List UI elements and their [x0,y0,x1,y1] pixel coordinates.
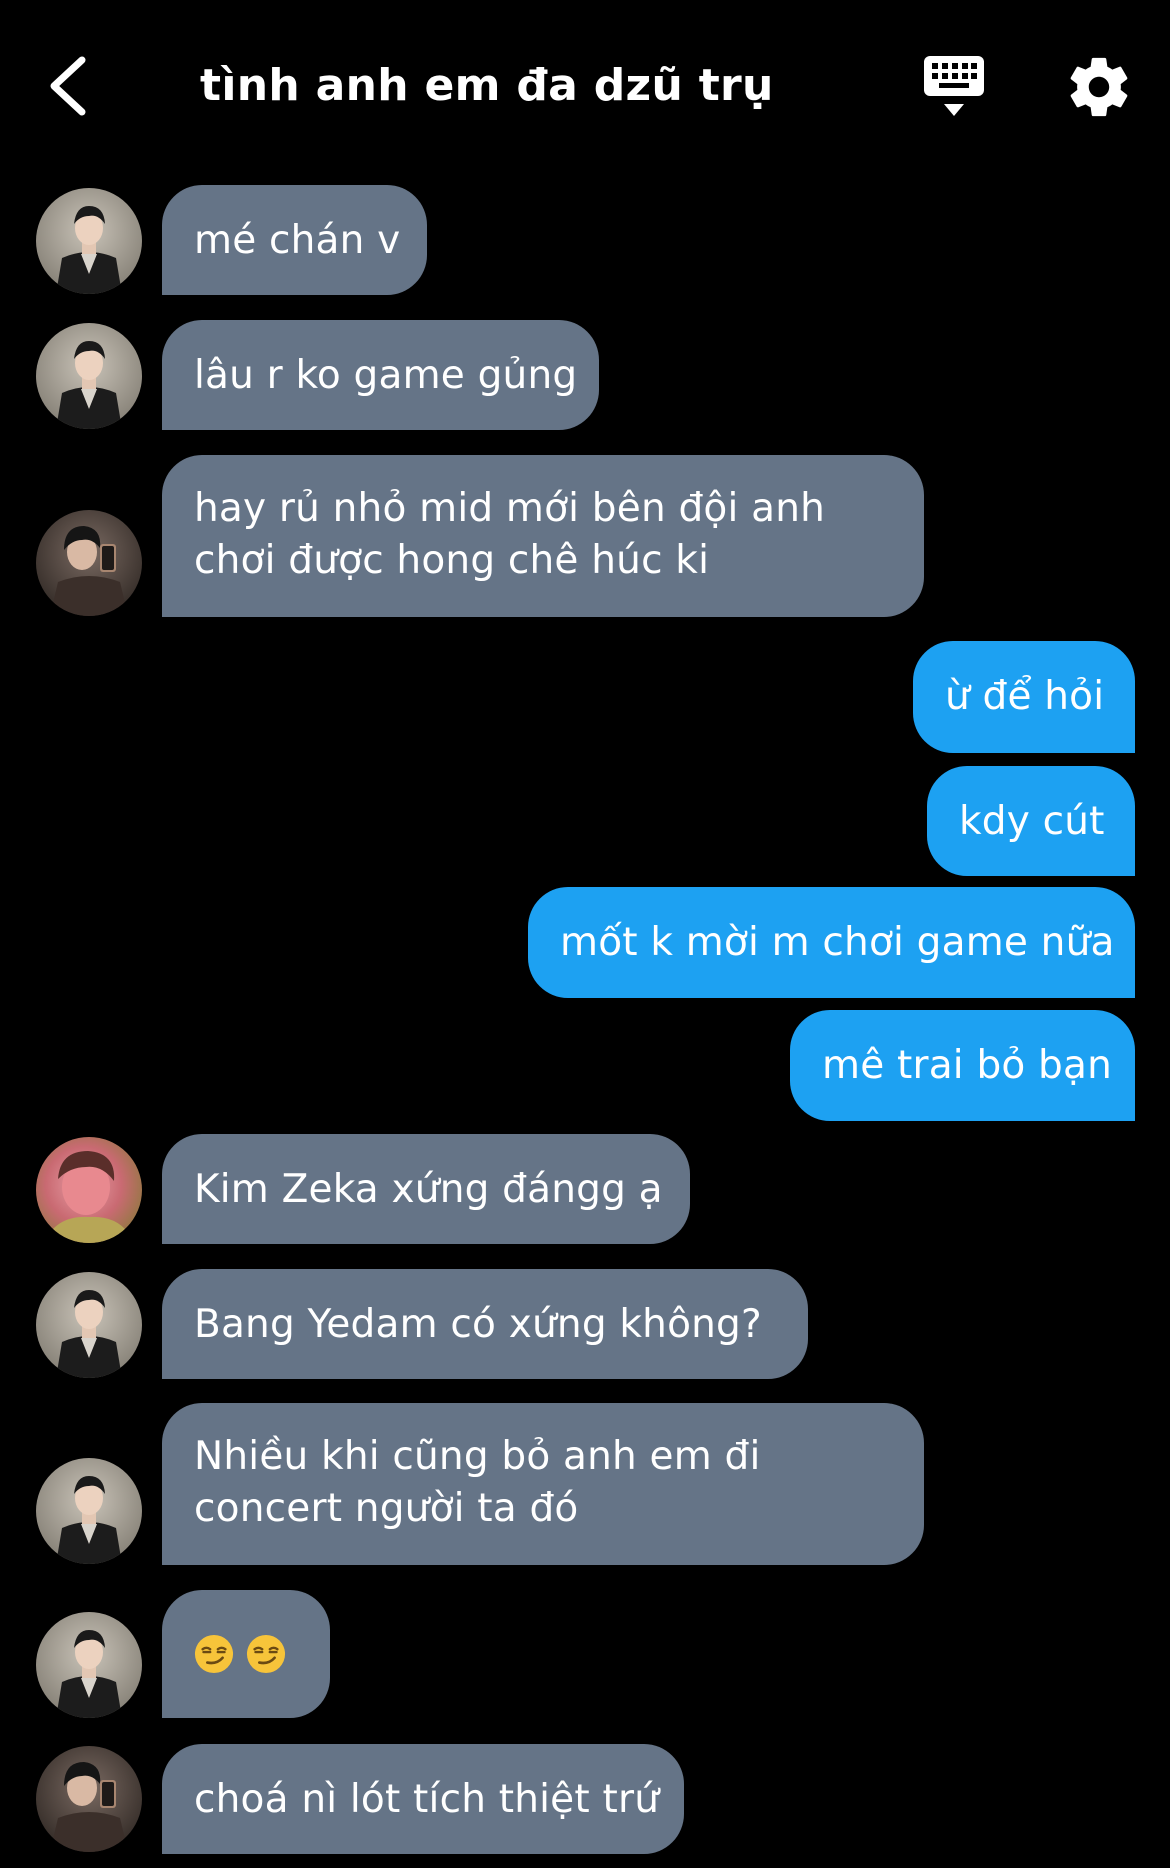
smirking-face-emoji [194,1634,234,1674]
avatar[interactable] [36,1612,142,1718]
message-text-line: Nhiều khi cũng bỏ anh em đi [194,1434,761,1479]
avatar-leather-jacket [36,1458,142,1564]
avatar[interactable] [36,1458,142,1564]
avatar-leather-jacket [36,188,142,294]
avatar[interactable] [36,323,142,429]
gear-icon [1070,57,1128,117]
message-text-line: chơi được hong chê húc ki [194,538,710,583]
message-bubble-incoming[interactable]: mé chán v [162,185,427,295]
avatar-red-face [36,1137,142,1243]
message-text-line: concert người ta đó [194,1486,579,1531]
avatar-leather-jacket [36,1272,142,1378]
message-bubble-incoming[interactable]: Nhiều khi cũng bỏ anh em đi concert ngườ… [162,1403,924,1565]
message-bubble-outgoing[interactable]: mê trai bỏ bạn [790,1010,1135,1121]
message-bubble-outgoing[interactable]: ừ để hỏi [913,641,1135,753]
message-text: Bang Yedam có xứng không? [194,1302,762,1347]
message-text: lâu r ko game gủng [194,353,578,398]
conversation-title: tình anh em đa dzũ trụ [200,60,774,111]
message-bubble-incoming[interactable]: Kim Zeka xứng đángg ạ [162,1134,690,1244]
message-text: mê trai bỏ bạn [822,1043,1113,1088]
avatar[interactable] [36,510,142,616]
avatar[interactable] [36,1746,142,1852]
avatar[interactable] [36,1272,142,1378]
message-text: Kim Zeka xứng đángg ạ [194,1167,663,1212]
chevron-left-icon [50,56,86,116]
message-bubble-incoming[interactable]: lâu r ko game gủng [162,320,599,430]
avatar-leather-jacket [36,323,142,429]
message-text-line: hay rủ nhỏ mid mới bên đội anh [194,486,826,531]
smirking-face-emoji [246,1634,286,1674]
avatar-leather-jacket [36,1612,142,1718]
message-bubble-outgoing[interactable]: kdy cút [927,766,1135,876]
message-text: ừ để hỏi [945,674,1105,719]
avatar[interactable] [36,1137,142,1243]
chat-header: tình anh em đa dzũ trụ [0,0,1170,170]
message-text: kdy cút [959,799,1105,844]
message-text: mé chán v [194,218,401,263]
message-bubble-incoming[interactable]: choá nì lót tích thiệt trứ [162,1744,684,1854]
avatar-mirror-selfie [36,510,142,616]
message-bubble-incoming[interactable]: hay rủ nhỏ mid mới bên đội anh chơi được… [162,455,924,617]
avatar[interactable] [36,188,142,294]
settings-button[interactable] [1064,52,1134,122]
keyboard-icon [924,56,984,116]
message-text: mốt k mời m chơi game nữa [560,920,1115,965]
avatar-mirror-selfie [36,1746,142,1852]
message-bubble-incoming[interactable]: 😏 😏 [162,1590,330,1718]
message-text: choá nì lót tích thiệt trứ [194,1777,660,1822]
message-bubble-incoming[interactable]: Bang Yedam có xứng không? [162,1269,808,1379]
message-bubble-outgoing[interactable]: mốt k mời m chơi game nữa [528,887,1135,998]
keyboard-button[interactable] [920,52,988,122]
back-button[interactable] [38,48,98,124]
